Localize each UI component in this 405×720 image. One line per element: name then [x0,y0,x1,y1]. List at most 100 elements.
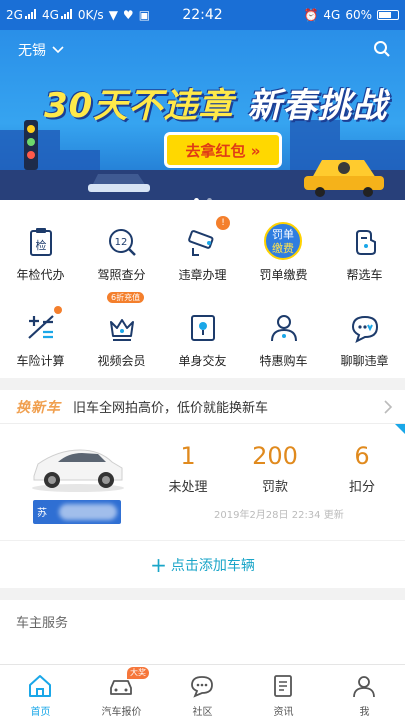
service-label: 帮选车 [346,268,383,282]
banner-title: 30天不违章 新春挑战 [44,78,387,127]
chat-violation-icon [351,315,379,343]
stat-value: 1 [180,442,196,470]
plus-icon: + [150,552,167,577]
banner-pagination [0,188,405,200]
service-label: 车险计算 [16,354,65,368]
service-label: 视频会员 [97,354,146,368]
service-annual-inspection[interactable]: 检 年检代办 [0,204,81,284]
annual-inspection-icon: 检 [30,228,52,256]
trade-in-logo: 换新车 [16,399,61,416]
tab-label: 汽车报价 [101,707,142,718]
community-icon [191,676,213,698]
add-car-label: 点击添加车辆 [170,557,255,574]
battery-icon [377,10,399,20]
video-vip-tag: 6折充值 [107,292,145,303]
service-car-help[interactable]: 帮选车 [324,204,405,284]
network-indicator: 2G [6,8,37,22]
car-quote-badge: 大奖 [127,667,149,679]
video-vip-icon [110,319,134,341]
service-label: 聊聊违章 [340,354,389,368]
service-fine-payment[interactable]: 罚单 缴费 罚单缴费 [243,204,324,284]
card-corner-mark [395,424,405,434]
insurance-calc-icon [28,315,54,339]
news-icon [274,675,292,697]
wifi-icon: ▼ [108,8,118,22]
shield-icon: ♥ [122,8,134,22]
stat-unprocessed[interactable]: 1 未处理 [148,442,228,495]
section-title: 车主服务 [16,616,69,631]
fine-icon-line1: 罚单 [272,228,294,241]
service-car-purchase[interactable]: 特惠购车 [243,290,324,370]
profile-icon [353,676,375,698]
tab-news[interactable]: 资讯 [243,665,324,720]
license-icon-text: 12 [115,237,128,248]
tab-community[interactable]: 社区 [162,665,243,720]
service-violation-handling[interactable]: ! 违章办理 [162,204,243,284]
service-label: 驾照查分 [97,268,146,282]
stat-value: 6 [354,442,370,470]
car-purchase-icon [271,315,297,342]
stat-fine[interactable]: 200 罚款 [235,442,315,495]
chevron-down-icon [52,46,64,54]
fine-icon-line2: 缴费 [272,242,294,255]
service-dating[interactable]: 单身交友 [162,290,243,370]
stat-value: 200 [252,442,298,470]
tab-label: 社区 [192,707,213,718]
service-chat-violation[interactable]: 聊聊违章 [324,290,405,370]
signal-icon [24,9,37,19]
banner-title-sub: 新春挑战 [247,86,388,126]
car-help-icon [356,230,376,255]
banner-title-main: 30天不违章 [44,86,234,126]
home-icon [29,675,51,697]
stat-label: 扣分 [348,480,375,495]
inspection-icon-text: 检 [36,238,47,252]
network-type-right: 4G [323,8,341,22]
fine-payment-icon: 罚单 缴费 [264,222,302,260]
service-video-vip[interactable]: 6折充值 视频会员 [81,290,162,370]
tab-home[interactable]: 首页 [0,665,81,720]
tab-label: 我 [359,707,370,718]
status-bar: 2G 4G 0K/s ▼ ♥ ▣ 22:42 ⏰ 4G 60% [0,0,405,30]
add-car-button[interactable]: + 点击添加车辆 [0,540,405,588]
battery-percent: 60% [345,8,372,22]
license-points-icon: 12 [109,229,136,256]
stat-points[interactable]: 6 扣分 [322,442,402,495]
get-red-packet-button[interactable]: 去拿红包 » [164,132,282,168]
service-label: 单身交友 [178,354,227,368]
service-label: 特惠购车 [259,354,308,368]
service-license-points[interactable]: 12 驾照查分 [81,204,162,284]
vehicle-card[interactable]: 苏 1 未处理 200 罚款 6 扣分 2019年2月28日 22:34 更新 [0,424,405,540]
promo-banner[interactable]: 无锡 30天不违章 新春挑战 去拿红包 » [0,30,405,200]
service-label: 年检代办 [16,268,65,282]
trade-in-text: 旧车全网拍高价，低价就能换新车 [73,401,269,416]
tab-car-quote[interactable]: 大奖 汽车报价 [81,665,162,720]
network-type-label: 4G [41,8,59,22]
license-plate: 苏 [33,500,121,524]
city-selector[interactable]: 无锡 [18,40,64,60]
tab-label: 首页 [30,707,51,718]
owner-services-section: 车主服务 [0,600,405,664]
insurance-dot-badge [54,306,62,314]
service-label: 违章办理 [178,268,227,282]
traffic-light-icon [24,120,38,170]
violation-badge: ! [216,216,230,230]
plate-number-blurred [59,504,117,520]
dating-icon [191,315,215,341]
notification-icon: ▣ [138,8,151,22]
network-type-label: 2G [6,8,23,22]
bottom-tab-bar: 首页 大奖 汽车报价 社区 资讯 我 [0,664,405,720]
network-indicator-2: 4G [42,8,73,22]
alarm-icon: ⏰ [303,8,319,22]
stat-label: 罚款 [261,480,288,495]
search-icon [374,41,390,57]
chevron-right-icon [384,400,393,414]
service-label: 罚单缴费 [259,268,308,282]
plate-prefix: 苏 [37,508,47,519]
violation-camera-icon [188,230,214,256]
stat-label: 未处理 [168,480,208,495]
trade-in-promo[interactable]: 换新车 旧车全网拍高价，低价就能换新车 [0,390,405,424]
tab-profile[interactable]: 我 [324,665,405,720]
service-insurance-calc[interactable]: 车险计算 [0,290,81,370]
update-time: 2019年2月28日 22:34 更新 [214,510,344,521]
search-button[interactable] [373,40,391,62]
